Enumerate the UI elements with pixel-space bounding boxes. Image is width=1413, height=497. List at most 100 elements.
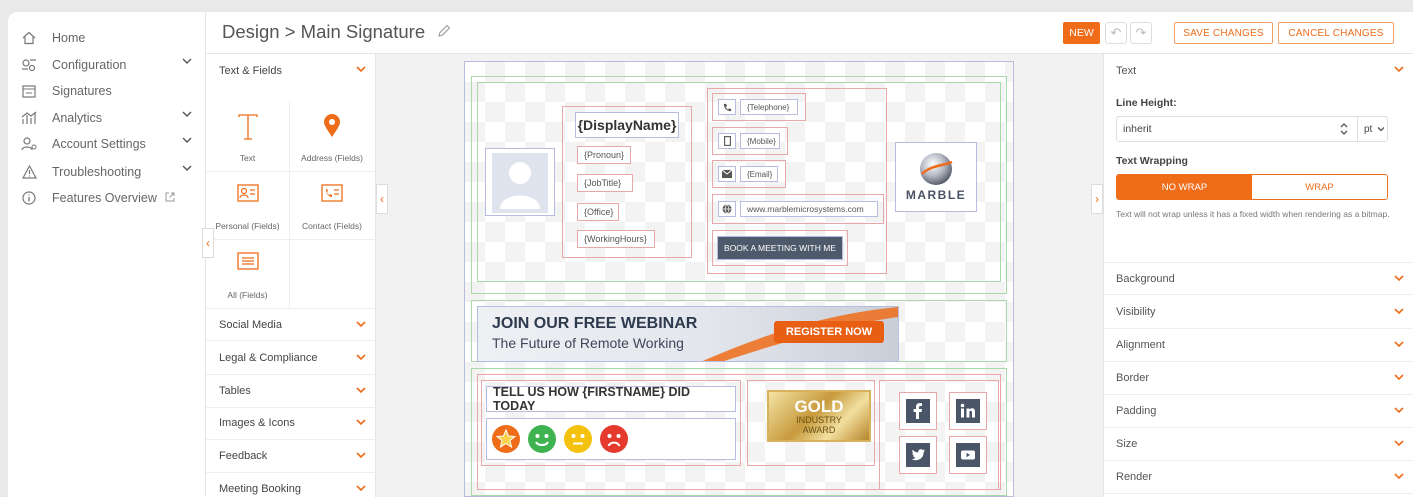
- text-wrapping-label: Text Wrapping: [1116, 155, 1188, 167]
- section-images-icons[interactable]: Images & Icons: [206, 407, 376, 440]
- youtube-icon: [956, 443, 980, 467]
- redo-button[interactable]: ↷: [1130, 22, 1152, 44]
- undo-button[interactable]: ↶: [1105, 22, 1127, 44]
- happy-face-icon[interactable]: [527, 424, 557, 454]
- sidebar: Home Configuration Signatures Analytics …: [8, 12, 206, 497]
- undo-icon: ↶: [1110, 25, 1122, 40]
- star-face-icon[interactable]: [491, 424, 521, 454]
- section-feedback[interactable]: Feedback: [206, 440, 376, 473]
- linkedin-link[interactable]: [949, 392, 987, 430]
- section-social-media[interactable]: Social Media: [206, 308, 376, 341]
- sidebar-item-analytics[interactable]: Analytics: [20, 108, 200, 128]
- sidebar-item-configuration[interactable]: Configuration: [20, 55, 200, 75]
- tile-address[interactable]: Address (Fields): [290, 102, 374, 172]
- avatar[interactable]: [485, 148, 555, 216]
- globe-icon: [718, 201, 736, 217]
- chevron-down-icon: [1394, 274, 1404, 282]
- sidebar-item-home[interactable]: Home: [20, 28, 200, 48]
- props-section-border[interactable]: Border: [1104, 362, 1413, 395]
- collapse-props-button[interactable]: ›: [1091, 184, 1103, 214]
- collapse-toolbox-button[interactable]: ‹: [376, 184, 388, 214]
- pencil-icon[interactable]: [437, 21, 451, 43]
- section-meeting-booking[interactable]: Meeting Booking: [206, 473, 376, 497]
- book-meeting-button[interactable]: BOOK A MEETING WITH ME: [717, 236, 843, 260]
- sidebar-item-label: Analytics: [52, 111, 103, 125]
- email-icon: [718, 166, 736, 182]
- section-label: Images & Icons: [219, 417, 295, 429]
- chevron-down-icon: [356, 353, 366, 361]
- tile-contact[interactable]: Contact (Fields): [290, 172, 374, 240]
- webinar-banner[interactable]: JOIN OUR FREE WEBINAR The Future of Remo…: [477, 306, 899, 362]
- section-label: Text & Fields: [219, 64, 282, 77]
- sidebar-item-features-overview[interactable]: Features Overview: [20, 188, 200, 208]
- section-text-fields[interactable]: Text & Fields: [206, 54, 376, 87]
- working-hours-field[interactable]: {WorkingHours}: [577, 230, 655, 248]
- sad-face-icon[interactable]: [599, 424, 629, 454]
- section-label: Border: [1116, 372, 1150, 384]
- tile-personal[interactable]: Personal (Fields): [206, 172, 290, 240]
- props-section-render[interactable]: Render: [1104, 461, 1413, 494]
- telephone-row[interactable]: {Telephone}: [712, 93, 806, 121]
- line-height-value: inherit: [1123, 123, 1152, 135]
- sidebar-item-label: Signatures: [52, 84, 112, 98]
- warning-icon: [20, 164, 38, 180]
- tile-label: Address (Fields): [301, 153, 363, 163]
- section-label: Meeting Booking: [219, 483, 301, 495]
- save-changes-button[interactable]: SAVE CHANGES: [1174, 22, 1273, 44]
- sidebar-item-troubleshooting[interactable]: Troubleshooting: [20, 162, 200, 182]
- no-wrap-option[interactable]: NO WRAP: [1117, 175, 1252, 199]
- facebook-link[interactable]: [899, 392, 937, 430]
- award-gold-text: GOLD: [794, 396, 844, 416]
- signature-icon: [20, 83, 38, 99]
- wrap-option[interactable]: WRAP: [1252, 175, 1387, 199]
- youtube-link[interactable]: [949, 436, 987, 474]
- twitter-link[interactable]: [899, 436, 937, 474]
- props-section-background[interactable]: Background: [1104, 262, 1413, 295]
- line-height-input[interactable]: inherit pt: [1116, 116, 1388, 142]
- props-section-text[interactable]: Text: [1104, 54, 1413, 87]
- top-bar: Design > Main Signature NEW ↶ ↷ SAVE CHA…: [206, 12, 1413, 54]
- chevron-down-icon: [1377, 127, 1385, 132]
- stepper-icon[interactable]: [1339, 121, 1349, 140]
- section-label: Visibility: [1116, 306, 1156, 318]
- section-legal-compliance[interactable]: Legal & Compliance: [206, 342, 376, 375]
- register-now-button[interactable]: REGISTER NOW: [774, 321, 884, 343]
- new-button[interactable]: NEW: [1063, 22, 1100, 44]
- chevron-down-icon: [182, 164, 192, 172]
- redo-icon: ↷: [1135, 25, 1147, 40]
- section-label: Feedback: [219, 450, 268, 462]
- award-line2-text: AWARD: [802, 424, 836, 435]
- chevron-down-icon: [1394, 307, 1404, 315]
- website-row[interactable]: www.marblemicrosystems.com: [712, 194, 884, 224]
- office-field[interactable]: {Office}: [577, 203, 619, 221]
- chevron-down-icon: [356, 65, 366, 73]
- unit-select[interactable]: pt: [1357, 117, 1389, 141]
- gold-award-badge[interactable]: GOLD INDUSTRY AWARD: [767, 390, 871, 442]
- sidebar-item-signatures[interactable]: Signatures: [20, 81, 200, 101]
- mobile-row[interactable]: {Mobile}: [712, 127, 788, 155]
- section-tables[interactable]: Tables: [206, 375, 376, 408]
- signature-preview[interactable]: {DisplayName} {Pronoun} {JobTitle} {Offi…: [464, 61, 1014, 497]
- email-row[interactable]: {Email}: [712, 160, 786, 188]
- props-section-padding[interactable]: Padding: [1104, 395, 1413, 428]
- pronoun-field[interactable]: {Pronoun}: [577, 146, 631, 164]
- feedback-faces: [486, 418, 736, 460]
- props-section-size[interactable]: Size: [1104, 428, 1413, 461]
- collapse-sidebar-button[interactable]: ‹: [202, 228, 214, 258]
- banner-subtitle: The Future of Remote Working: [492, 335, 684, 351]
- chevron-left-icon: ‹: [380, 192, 384, 206]
- sidebar-item-account-settings[interactable]: Account Settings: [20, 134, 200, 154]
- company-logo[interactable]: MARBLE: [895, 142, 977, 212]
- tile-label: All (Fields): [227, 290, 268, 300]
- tile-text[interactable]: Text: [206, 102, 290, 172]
- avatar-placeholder-icon: [492, 153, 548, 213]
- job-title-field[interactable]: {JobTitle}: [577, 174, 633, 192]
- props-section-visibility[interactable]: Visibility: [1104, 296, 1413, 329]
- display-name-field[interactable]: {DisplayName}: [575, 112, 679, 138]
- neutral-face-icon[interactable]: [563, 424, 593, 454]
- tile-all[interactable]: All (Fields): [206, 240, 290, 308]
- tile-label: Contact (Fields): [302, 221, 362, 231]
- cancel-changes-button[interactable]: CANCEL CHANGES: [1278, 22, 1394, 44]
- props-section-alignment[interactable]: Alignment: [1104, 329, 1413, 362]
- external-link-icon: [165, 191, 175, 205]
